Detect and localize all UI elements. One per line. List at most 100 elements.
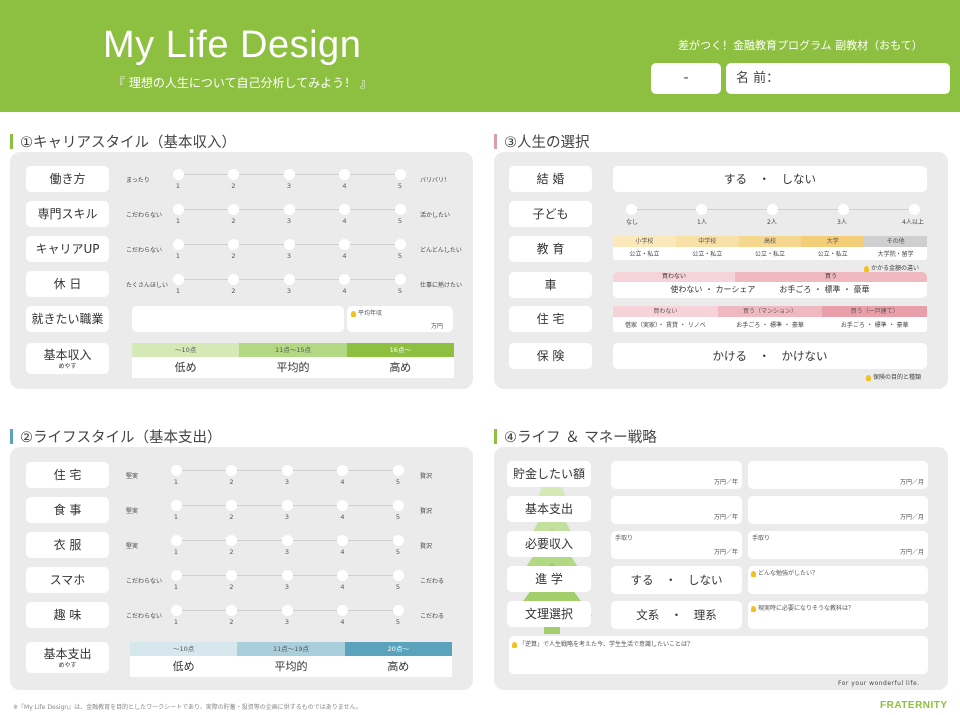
slider-dot[interactable]: [170, 570, 182, 581]
slider-dot[interactable]: [908, 204, 920, 215]
section2-row-slider[interactable]: 1 2 3 4 5: [170, 499, 404, 521]
slider-dot[interactable]: [337, 535, 348, 546]
slider-dot[interactable]: [337, 570, 348, 581]
slider-number: 1: [173, 583, 179, 591]
expense-sub-text: めやす: [58, 662, 77, 669]
slider-dot[interactable]: [281, 535, 293, 546]
slider-dot[interactable]: [170, 465, 182, 476]
slider-dot[interactable]: [625, 204, 637, 215]
strategy-question-input[interactable]: 「逆算」で人生戦略を考えた今、学生生活で意識したいことは？: [509, 636, 928, 674]
slider-number: 4: [342, 217, 347, 225]
slider-dot[interactable]: [339, 239, 350, 250]
slider-dot[interactable]: [337, 500, 348, 511]
required-income-month-input[interactable]: 手取り 万円／月: [748, 531, 928, 559]
slider-dot[interactable]: [339, 204, 350, 215]
slider-dot[interactable]: [283, 169, 295, 180]
section1-row-slider[interactable]: 1 2 3 4 5: [172, 238, 406, 260]
section1-row-right-text: 仕事に熱けたい: [420, 282, 463, 289]
slider-dot[interactable]: [837, 204, 849, 215]
car-choice[interactable]: 買わない 買う 使わない ・ カーシェア お手ごろ ・ 標準 ・ 豪華: [613, 272, 927, 298]
slider-dot[interactable]: [337, 605, 348, 616]
section2-row-slider[interactable]: 1 2 3 4 5: [170, 569, 404, 591]
slider-dot[interactable]: [281, 465, 293, 476]
education-note: かかる金額の違い: [864, 263, 919, 272]
insurance-choice[interactable]: かける ・ かけない: [613, 343, 927, 369]
slider-dot[interactable]: [283, 239, 295, 250]
required-income-year-input[interactable]: 手取り 万円／年: [611, 531, 742, 559]
slider-number: 2: [231, 217, 236, 225]
slider-number: 4: [342, 252, 347, 260]
slider-dot[interactable]: [696, 204, 708, 215]
class-number-field[interactable]: -: [651, 63, 721, 94]
car-label: 車: [509, 272, 592, 298]
education-table[interactable]: 小学校 公立・私立 中学校 公立・私立 高校 公立・私立 大学 公立・私立 その他 大学院…: [613, 236, 927, 260]
section1-row-slider[interactable]: 1 2 3 4 5: [172, 203, 406, 225]
section2-row-slider[interactable]: 1 2 3 4 5: [170, 464, 404, 486]
housing-header: 買う（マンション）: [717, 306, 823, 317]
savings-month-input[interactable]: 万円／月: [748, 461, 928, 489]
section1-row-slider[interactable]: 1 2 3 4 5: [172, 168, 406, 190]
slider-dot[interactable]: [281, 605, 293, 616]
slider-dot[interactable]: [228, 274, 239, 285]
slider-dot[interactable]: [226, 535, 237, 546]
slider-dot[interactable]: [394, 239, 406, 250]
education-choice[interactable]: 公立・私立: [739, 247, 802, 260]
track-choice[interactable]: 文系 ・ 理系: [611, 601, 742, 629]
slider-dot[interactable]: [392, 535, 404, 546]
track-note-input[interactable]: 現実時に必要になりそうな教科は？: [748, 601, 928, 629]
slider-dot[interactable]: [339, 274, 350, 285]
slider-dot[interactable]: [172, 169, 184, 180]
slider-dot[interactable]: [228, 169, 239, 180]
slider-dot[interactable]: [226, 570, 237, 581]
slider-dot[interactable]: [172, 239, 184, 250]
housing-table[interactable]: 買わない 借家（実家）・ 賃貸 ・ リノベ 買う（マンション） お手ごろ ・ 標準 …: [613, 306, 928, 332]
slider-dot[interactable]: [392, 570, 404, 581]
basic-expense-year-input[interactable]: 万円／年: [611, 496, 742, 524]
housing-choice[interactable]: お手ごろ ・ 標準 ・ 豪華: [822, 317, 927, 332]
job-input[interactable]: [132, 306, 344, 332]
name-field[interactable]: 名 前：: [726, 63, 950, 94]
slider-number: 1: [175, 217, 181, 225]
slider-dot[interactable]: [283, 204, 295, 215]
slider-dot[interactable]: [228, 239, 239, 250]
education-choice[interactable]: 公立・私立: [801, 247, 864, 260]
slider-dot[interactable]: [281, 500, 293, 511]
savings-year-input[interactable]: 万円／年: [611, 461, 742, 489]
slider-dot[interactable]: [172, 274, 184, 285]
slider-dot[interactable]: [392, 605, 404, 616]
marriage-choice[interactable]: する ・ しない: [613, 166, 927, 192]
slider-dot[interactable]: [170, 500, 182, 511]
tagline: For your wonderful life.: [838, 680, 920, 687]
education-choice[interactable]: 公立・私立: [676, 247, 739, 260]
slider-dot[interactable]: [226, 500, 237, 511]
further-study-note-input[interactable]: どんな勉強がしたい？: [748, 566, 928, 594]
education-choice[interactable]: 公立・私立: [613, 247, 676, 260]
slider-dot[interactable]: [394, 169, 406, 180]
slider-dot[interactable]: [767, 204, 778, 215]
housing-choice[interactable]: 借家（実家）・ 賃貸 ・ リノベ: [613, 317, 718, 332]
section2-row-left-text: こだわらない: [126, 613, 163, 620]
slider-dot[interactable]: [281, 570, 293, 581]
expense-level-high: 高め: [387, 660, 410, 673]
slider-dot[interactable]: [170, 535, 182, 546]
slider-dot[interactable]: [337, 465, 348, 476]
further-study-choice[interactable]: する ・ しない: [611, 566, 742, 594]
slider-dot[interactable]: [172, 204, 184, 215]
slider-dot[interactable]: [283, 274, 295, 285]
section2-row-slider[interactable]: 1 2 3 4 5: [170, 604, 404, 626]
slider-dot[interactable]: [394, 274, 406, 285]
slider-dot[interactable]: [339, 169, 350, 180]
slider-dot[interactable]: [228, 204, 239, 215]
housing-choice[interactable]: お手ごろ ・ 標準 ・ 豪華: [718, 317, 823, 332]
education-choice[interactable]: 大学院・留学: [864, 247, 927, 260]
slider-dot[interactable]: [392, 500, 404, 511]
slider-dot[interactable]: [394, 204, 406, 215]
slider-dot[interactable]: [392, 465, 404, 476]
slider-dot[interactable]: [226, 605, 237, 616]
slider-dot[interactable]: [170, 605, 182, 616]
basic-expense-month-input[interactable]: 万円／月: [748, 496, 928, 524]
avg-income-input[interactable]: 平均年収 万円: [347, 306, 453, 332]
section2-row-slider[interactable]: 1 2 3 4 5: [170, 534, 404, 556]
section1-row-slider[interactable]: 1 2 3 4 5: [172, 273, 406, 295]
slider-dot[interactable]: [226, 465, 237, 476]
